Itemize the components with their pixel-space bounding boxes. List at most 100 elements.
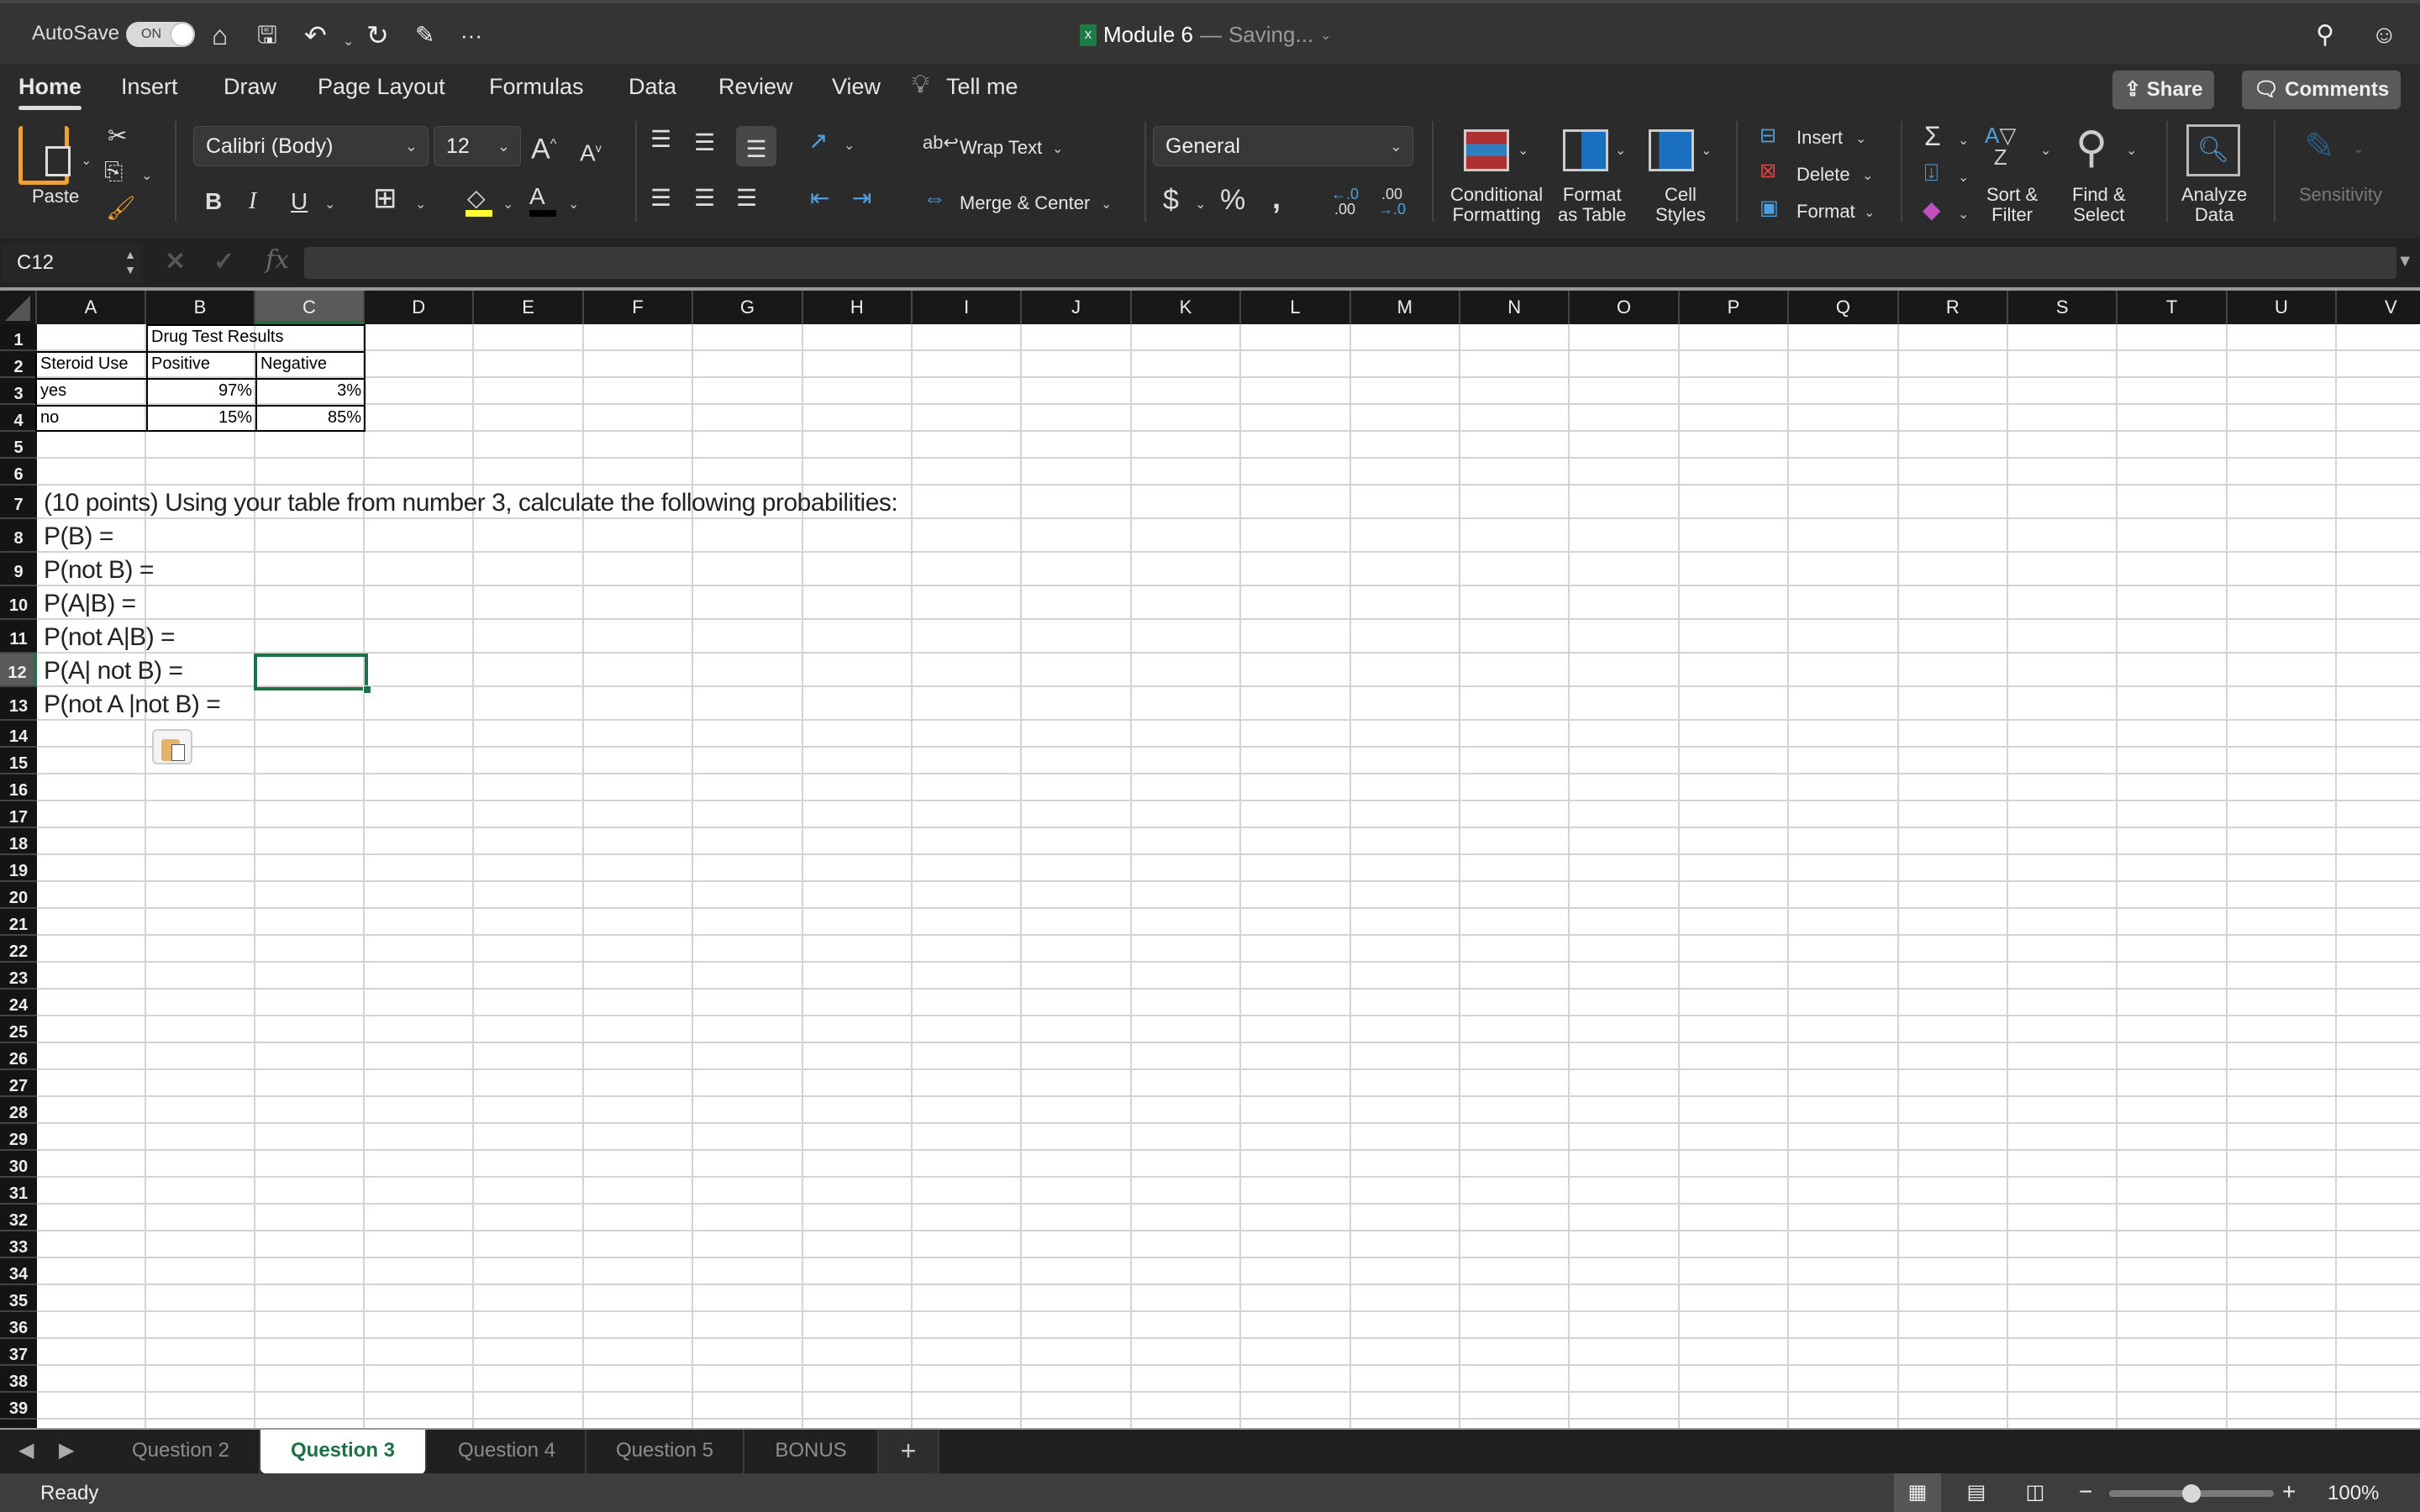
autosum-icon[interactable]: Σ xyxy=(1924,123,1941,150)
borders-dropdown-icon[interactable]: ⌄ xyxy=(415,192,426,218)
font-color-dropdown-icon[interactable]: ⌄ xyxy=(568,192,579,218)
borders-icon[interactable]: ⊞ xyxy=(373,184,397,213)
formula-input[interactable] xyxy=(304,247,2396,279)
column-header-j[interactable]: J xyxy=(1022,291,1132,324)
decrease-indent-icon[interactable]: ⇤ xyxy=(810,185,829,212)
column-header-f[interactable]: F xyxy=(584,291,694,324)
column-header-v[interactable]: V xyxy=(2337,291,2420,324)
underline-dropdown-icon[interactable]: ⌄ xyxy=(324,192,335,218)
comments-button[interactable]: 🗨︎ Comments xyxy=(2242,71,2402,109)
share-button[interactable]: ⇪ Share xyxy=(2112,71,2215,109)
cancel-icon[interactable]: ✕ xyxy=(165,247,186,276)
name-box-stepper-icon[interactable]: ▲ ▼ xyxy=(124,247,136,277)
row-header-18[interactable]: 18 xyxy=(0,828,37,855)
number-format-dropdown[interactable]: General ⌄ xyxy=(1153,126,1413,166)
row-header-2[interactable]: 2 xyxy=(0,351,37,378)
row-header-25[interactable]: 25 xyxy=(0,1016,37,1043)
row-header-3[interactable]: 3 xyxy=(0,378,37,405)
fx-icon[interactable]: fx xyxy=(266,245,289,275)
column-header-i[interactable]: I xyxy=(913,291,1023,324)
home-icon[interactable]: ⌂ xyxy=(212,20,228,50)
chevron-down-icon[interactable]: ⌄ xyxy=(1320,27,1331,44)
bold-button[interactable]: B xyxy=(205,188,222,215)
column-header-m[interactable]: M xyxy=(1351,291,1460,324)
column-header-g[interactable]: G xyxy=(693,291,803,324)
format-painter-icon[interactable]: 🖌︎ xyxy=(106,195,136,222)
row-header-24[interactable]: 24 xyxy=(0,990,37,1016)
row-header-35[interactable]: 35 xyxy=(0,1285,37,1312)
edit-save-icon[interactable]: ✎ xyxy=(415,20,434,50)
decrease-font-size-icon[interactable]: Av xyxy=(580,134,602,166)
tab-review[interactable]: Review xyxy=(718,74,793,100)
sheet-tab-question-3[interactable]: Question 3 xyxy=(260,1430,427,1473)
column-header-e[interactable]: E xyxy=(474,291,584,324)
tab-formulas[interactable]: Formulas xyxy=(489,74,584,100)
tab-insert[interactable]: Insert xyxy=(121,74,178,100)
column-header-r[interactable]: R xyxy=(1899,291,2008,324)
row-header-14[interactable]: 14 xyxy=(0,721,37,748)
tell-me-search[interactable]: Tell me xyxy=(946,74,1018,100)
column-header-c[interactable]: C xyxy=(255,291,365,324)
align-right-icon[interactable]: ☰ xyxy=(736,185,757,212)
sheet-tab-question-5[interactable]: Question 5 xyxy=(587,1430,744,1473)
row-header-31[interactable]: 31 xyxy=(0,1178,37,1205)
font-size-dropdown[interactable]: 12 ⌄ xyxy=(434,126,521,166)
column-header-l[interactable]: L xyxy=(1241,291,1351,324)
document-title[interactable]: X Module 6 — Saving... ⌄ xyxy=(1080,22,1332,48)
row-header-17[interactable]: 17 xyxy=(0,801,37,828)
column-header-k[interactable]: K xyxy=(1132,291,1242,324)
sheet-tab-question-2[interactable]: Question 2 xyxy=(103,1430,260,1473)
row-header-39[interactable]: 39 xyxy=(0,1393,37,1420)
zoom-in-button[interactable]: + xyxy=(2282,1478,2296,1505)
row-header-28[interactable]: 28 xyxy=(0,1097,37,1124)
scroll-right-icon[interactable]: ▶ xyxy=(59,1438,74,1462)
orientation-dropdown-icon[interactable]: ⌄ xyxy=(844,133,855,160)
align-left-icon[interactable]: ☰ xyxy=(650,185,671,212)
fill-icon[interactable]: ⍗ xyxy=(1924,160,1939,186)
selected-cell-c12[interactable] xyxy=(254,654,371,694)
row-header-21[interactable]: 21 xyxy=(0,909,37,936)
row-header-1[interactable]: 1 xyxy=(0,324,37,351)
search-icon[interactable]: ⚲ xyxy=(2316,20,2334,50)
column-header-o[interactable]: O xyxy=(1570,291,1680,324)
paste-dropdown-icon[interactable]: ⌄ xyxy=(81,148,92,175)
row-header-5[interactable]: 5 xyxy=(0,432,37,459)
clear-eraser-icon[interactable]: ◆ xyxy=(1923,197,1941,223)
row-header-6[interactable]: 6 xyxy=(0,459,37,486)
redo-icon[interactable]: ↻ xyxy=(366,20,389,50)
percent-icon[interactable]: % xyxy=(1220,186,1245,214)
row-header-8[interactable]: 8 xyxy=(0,519,37,553)
column-header-d[interactable]: D xyxy=(365,291,475,324)
column-header-q[interactable]: Q xyxy=(1789,291,1899,324)
column-header-n[interactable]: N xyxy=(1460,291,1570,324)
orientation-icon[interactable]: ↗ xyxy=(808,128,828,155)
column-header-a[interactable]: A xyxy=(37,291,146,324)
row-header-38[interactable]: 38 xyxy=(0,1366,37,1393)
align-middle-icon[interactable]: ☰ xyxy=(694,129,715,156)
tab-data[interactable]: Data xyxy=(629,74,676,100)
row-header-10[interactable]: 10 xyxy=(0,586,37,620)
underline-button[interactable]: U xyxy=(291,188,308,215)
normal-view-icon[interactable]: ▦ xyxy=(1894,1473,1941,1512)
tab-view[interactable]: View xyxy=(832,74,881,100)
tab-draw[interactable]: Draw xyxy=(224,74,276,100)
zoom-out-button[interactable]: − xyxy=(2079,1478,2092,1505)
fill-handle[interactable] xyxy=(363,685,371,694)
row-header-7[interactable]: 7 xyxy=(0,486,37,519)
select-all-button[interactable] xyxy=(0,291,37,324)
row-header-13[interactable]: 13 xyxy=(0,687,37,721)
row-header-27[interactable]: 27 xyxy=(0,1070,37,1097)
increase-decimal-icon[interactable]: ←.0.00 xyxy=(1331,186,1359,217)
page-layout-view-icon[interactable]: ▤ xyxy=(1953,1473,2000,1512)
cut-icon[interactable]: ✂ xyxy=(108,123,127,150)
paste-options-button[interactable] xyxy=(152,729,192,764)
zoom-slider[interactable] xyxy=(2109,1484,2274,1503)
fill-color-dropdown-icon[interactable]: ⌄ xyxy=(502,192,513,218)
copy-icon[interactable]: ⎘ xyxy=(104,158,123,185)
add-sheet-button[interactable]: + xyxy=(879,1430,939,1473)
tab-home[interactable]: Home xyxy=(18,74,82,110)
align-top-icon[interactable]: ☰ xyxy=(650,126,671,153)
column-header-h[interactable]: H xyxy=(803,291,913,324)
row-header-32[interactable]: 32 xyxy=(0,1205,37,1231)
align-bottom-icon[interactable]: ☰ xyxy=(736,126,776,166)
